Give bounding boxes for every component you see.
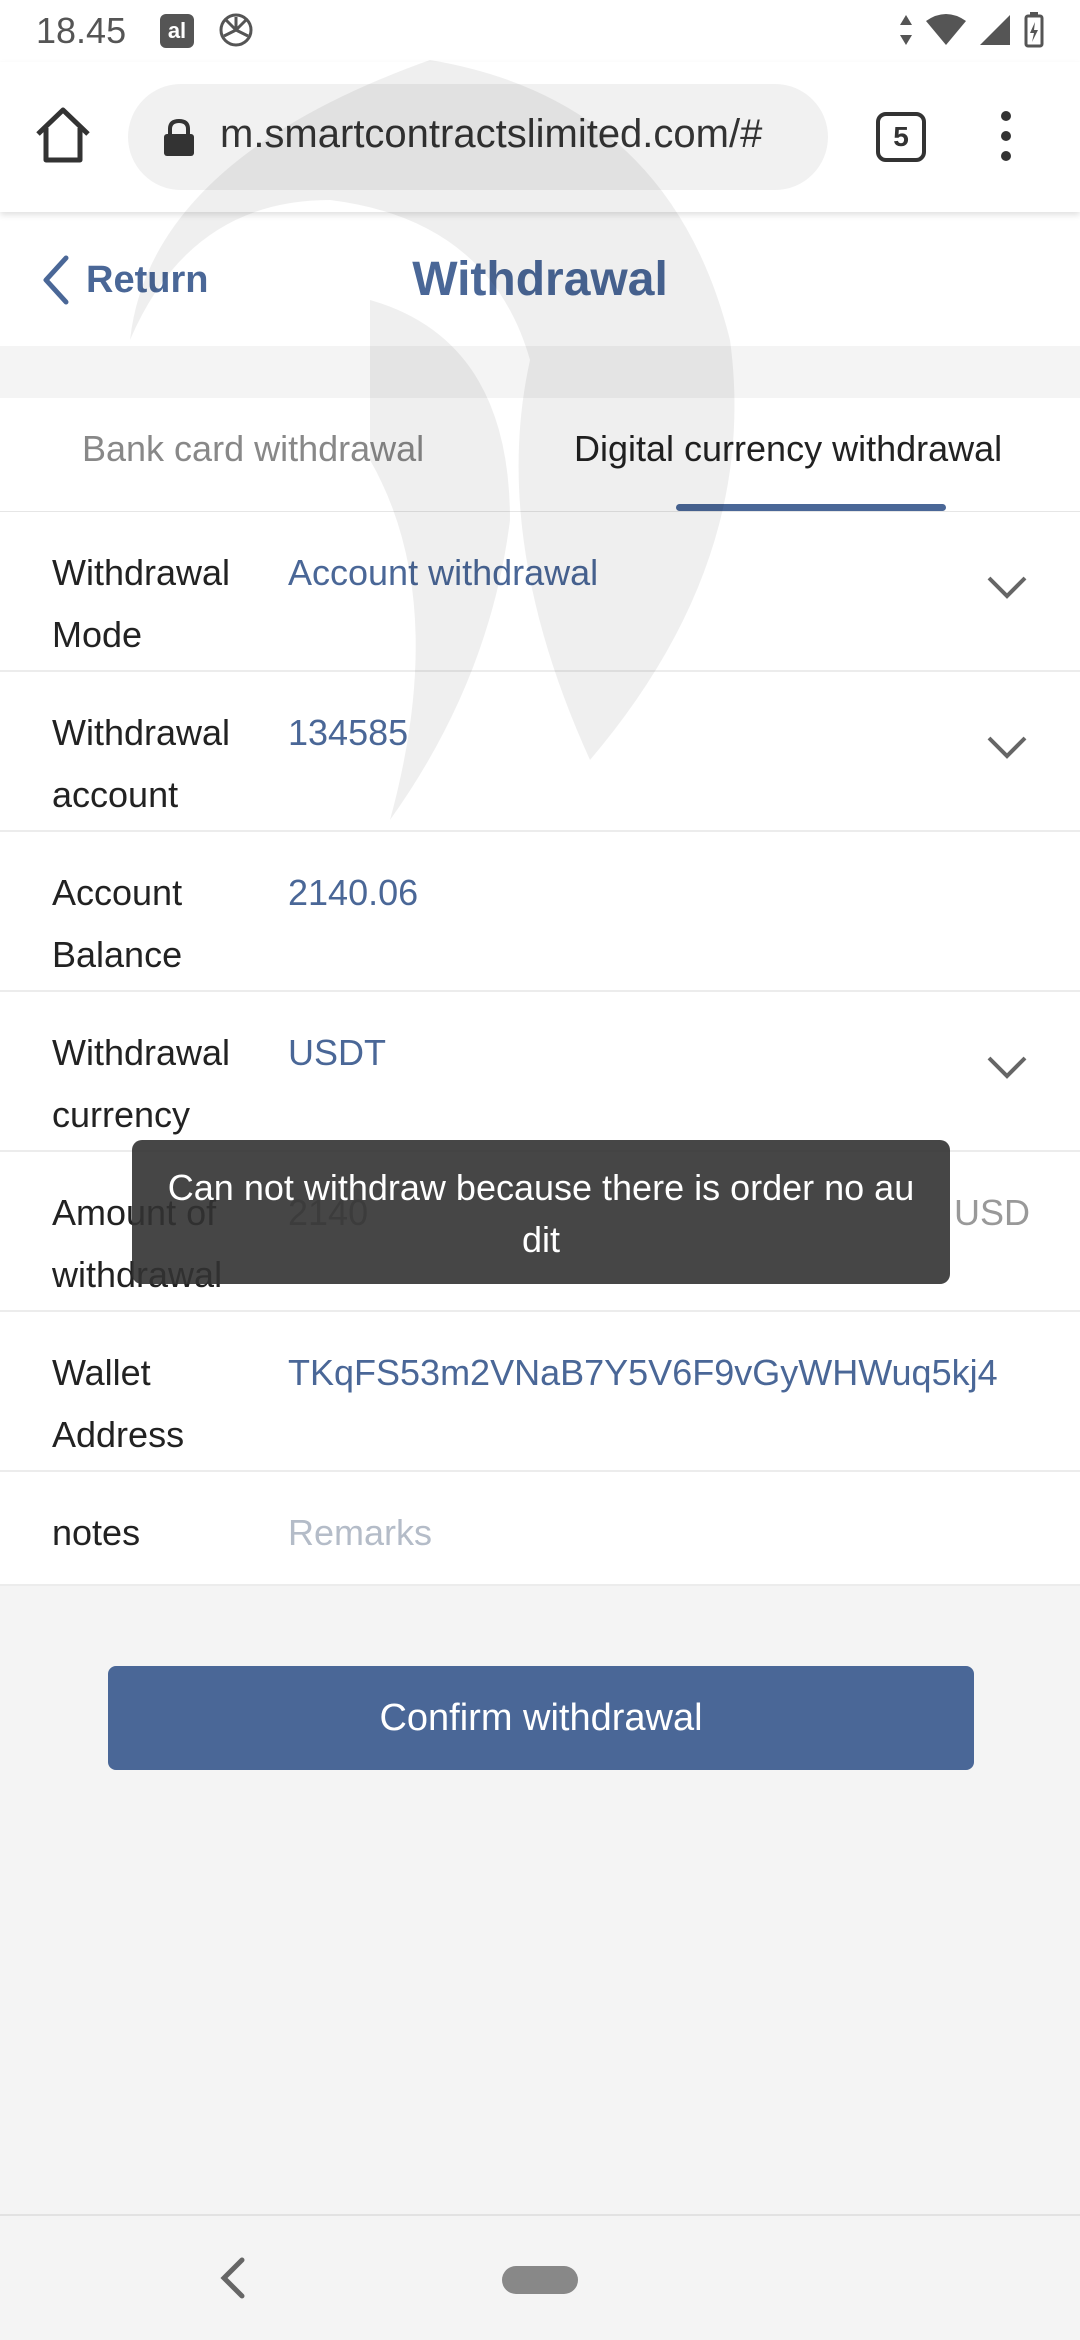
chevron-down-icon[interactable] (986, 734, 1028, 762)
browser-toolbar: m.smartcontractslimited.com/# 5 (0, 62, 1080, 212)
withdrawal-currency-label: Withdrawal currency (52, 1032, 231, 1135)
url-bar[interactable]: m.smartcontractslimited.com/# (128, 84, 828, 190)
notes-row: notes Remarks (0, 1472, 1080, 1586)
notes-label: notes (52, 1512, 141, 1553)
wallet-address-label: Wallet Address (52, 1352, 185, 1455)
account-balance-label: Account Balance (52, 872, 183, 975)
status-bar: 18.45 al (0, 0, 1080, 62)
notes-input[interactable]: Remarks (288, 1502, 432, 1564)
withdrawal-account-row[interactable]: Withdrawal account 134585 (0, 672, 1080, 832)
tab-digital-currency-withdrawal[interactable]: Digital currency withdrawal (574, 428, 1002, 470)
active-tab-indicator (676, 504, 946, 511)
page-header: Return Withdrawal (0, 212, 1080, 346)
data-arrows-icon (900, 15, 912, 45)
home-icon[interactable] (30, 102, 96, 168)
status-indicators (898, 12, 1044, 48)
signal-icon (980, 15, 1010, 45)
fan-icon (219, 13, 253, 47)
confirm-withdrawal-button[interactable]: Confirm withdrawal (108, 1666, 974, 1770)
more-menu-icon[interactable] (988, 106, 1024, 166)
withdrawal-mode-select[interactable]: Account withdrawal (288, 542, 598, 604)
amount-unit: USD (953, 1192, 1030, 1233)
nav-back-icon[interactable] (216, 2256, 252, 2300)
chevron-down-icon[interactable] (986, 574, 1028, 602)
tab-switcher-button[interactable]: 5 (876, 112, 926, 162)
withdrawal-account-select[interactable]: 134585 (288, 702, 408, 764)
status-time: 18.45 (36, 10, 127, 51)
app-notification-icon: al (160, 14, 194, 48)
account-balance-value: 2140.06 (288, 872, 419, 913)
withdrawal-account-label: Withdrawal account (52, 712, 231, 815)
wallet-address-input[interactable]: TKqFS53m2VNaB7Y5V6F9vGyWHWuq5kj4 (288, 1342, 998, 1404)
wallet-address-row: Wallet Address TKqFS53m2VNaB7Y5V6F9vGyWH… (0, 1312, 1080, 1472)
system-nav-bar (0, 2214, 1080, 2340)
withdrawal-tabs: Bank card withdrawal Digital currency wi… (0, 398, 1080, 512)
tab-bank-card-withdrawal[interactable]: Bank card withdrawal (82, 428, 424, 470)
battery-icon (1024, 12, 1044, 48)
chevron-down-icon[interactable] (986, 1054, 1028, 1082)
wifi-icon (926, 14, 966, 45)
withdrawal-mode-row[interactable]: Withdrawal Mode Account withdrawal (0, 512, 1080, 672)
error-toast: Can not withdraw because there is order … (132, 1140, 950, 1284)
account-balance-row: Account Balance 2140.06 (0, 832, 1080, 992)
withdrawal-currency-select[interactable]: USDT (288, 1022, 386, 1084)
withdrawal-mode-label: Withdrawal Mode (52, 552, 231, 655)
lock-icon (164, 118, 194, 156)
withdrawal-currency-row[interactable]: Withdrawal currency USDT (0, 992, 1080, 1152)
page-title: Withdrawal (412, 253, 668, 306)
nav-home-pill[interactable] (502, 2266, 578, 2294)
url-text: m.smartcontractslimited.com/# (220, 112, 763, 156)
withdrawal-form: Withdrawal Mode Account withdrawal Withd… (0, 512, 1080, 1586)
